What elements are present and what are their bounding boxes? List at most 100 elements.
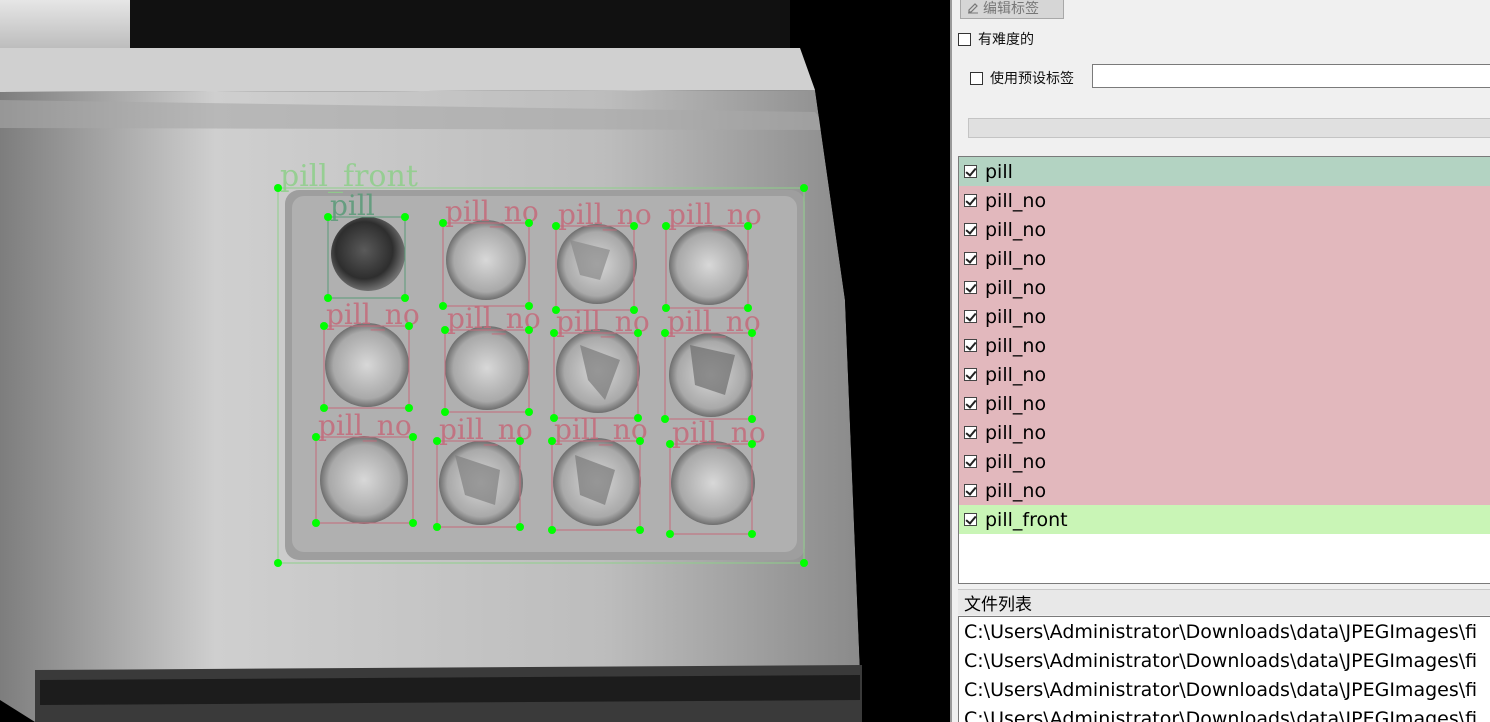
box-vertex-handle[interactable]	[800, 184, 808, 192]
label-visible-checkbox[interactable]	[964, 281, 977, 294]
edit-label-button[interactable]: 编辑标签	[960, 0, 1064, 19]
box-vertex-handle[interactable]	[409, 433, 417, 441]
bounding-box-pill[interactable]: pill	[324, 189, 409, 302]
label-list-item[interactable]: pill_no	[959, 302, 1490, 331]
box-vertex-handle[interactable]	[661, 329, 669, 337]
label-visible-checkbox[interactable]	[964, 194, 977, 207]
box-vertex-handle[interactable]	[666, 530, 674, 538]
box-vertex-handle[interactable]	[748, 440, 756, 448]
box-vertex-handle[interactable]	[662, 222, 670, 230]
bounding-box-pill-no[interactable]: pill_no	[312, 409, 417, 527]
box-vertex-handle[interactable]	[312, 519, 320, 527]
file-list[interactable]: C:\Users\Administrator\Downloads\data\JP…	[958, 616, 1490, 722]
label-list-item[interactable]: pill_front	[959, 505, 1490, 534]
box-vertex-handle[interactable]	[516, 523, 524, 531]
file-list-item[interactable]: C:\Users\Administrator\Downloads\data\JP…	[959, 617, 1490, 646]
use-preset-checkbox[interactable]	[970, 71, 983, 85]
box-outline[interactable]	[664, 332, 753, 420]
box-vertex-handle[interactable]	[324, 213, 332, 221]
label-visible-checkbox[interactable]	[964, 397, 977, 410]
label-list-item[interactable]: pill_no	[959, 215, 1490, 244]
box-outline[interactable]	[669, 443, 753, 535]
file-list-item[interactable]: C:\Users\Administrator\Downloads\data\JP…	[959, 704, 1490, 722]
box-vertex-handle[interactable]	[439, 302, 447, 310]
label-list-item[interactable]: pill_no	[959, 186, 1490, 215]
box-vertex-handle[interactable]	[401, 213, 409, 221]
label-list-item[interactable]: pill_no	[959, 331, 1490, 360]
label-visible-checkbox[interactable]	[964, 484, 977, 497]
label-list-item[interactable]: pill_no	[959, 447, 1490, 476]
image-canvas[interactable]: pill_front pill pill_no pill_no pill_no pill_…	[0, 0, 950, 722]
box-vertex-handle[interactable]	[548, 526, 556, 534]
bounding-box-pill-no[interactable]: pill_no	[552, 198, 652, 314]
label-list-item[interactable]: pill_no	[959, 476, 1490, 505]
bounding-box-pill-no[interactable]: pill_no	[433, 413, 533, 531]
label-visible-checkbox[interactable]	[964, 513, 977, 526]
label-list-item[interactable]: pill_no	[959, 360, 1490, 389]
box-vertex-handle[interactable]	[748, 329, 756, 337]
box-outline[interactable]	[277, 187, 805, 564]
box-vertex-handle[interactable]	[441, 326, 449, 334]
preset-label-input[interactable]	[1092, 64, 1490, 88]
bounding-box-pill-no[interactable]: pill_no	[439, 195, 539, 310]
box-outline[interactable]	[327, 216, 406, 299]
bounding-box-pill-no[interactable]: pill_no	[661, 305, 761, 423]
box-outline[interactable]	[315, 436, 414, 524]
bounding-box-pill-no[interactable]: pill_no	[662, 198, 762, 312]
label-visible-checkbox[interactable]	[964, 310, 977, 323]
file-list-item[interactable]: C:\Users\Administrator\Downloads\data\JP…	[959, 675, 1490, 704]
box-vertex-handle[interactable]	[405, 322, 413, 330]
box-outline[interactable]	[444, 329, 530, 413]
annotation-overlay[interactable]: pill_frontpill pill_no pill_no pill_nopill_…	[0, 0, 950, 722]
box-vertex-handle[interactable]	[433, 523, 441, 531]
box-outline[interactable]	[553, 332, 639, 419]
box-vertex-handle[interactable]	[800, 559, 808, 567]
label-visible-checkbox[interactable]	[964, 165, 977, 178]
file-list-item[interactable]: C:\Users\Administrator\Downloads\data\JP…	[959, 646, 1490, 675]
difficult-checkbox[interactable]	[958, 32, 971, 46]
box-vertex-handle[interactable]	[748, 530, 756, 538]
box-vertex-handle[interactable]	[634, 329, 642, 337]
box-vertex-handle[interactable]	[525, 326, 533, 334]
box-vertex-handle[interactable]	[661, 415, 669, 423]
bounding-box-pill-no[interactable]: pill_no	[550, 305, 650, 422]
box-vertex-handle[interactable]	[548, 437, 556, 445]
box-vertex-handle[interactable]	[666, 440, 674, 448]
label-visible-checkbox[interactable]	[964, 223, 977, 236]
bounding-box-pill-no[interactable]: pill_no	[666, 416, 766, 538]
box-vertex-handle[interactable]	[439, 219, 447, 227]
label-list-item[interactable]: pill_no	[959, 418, 1490, 447]
box-outline[interactable]	[442, 222, 530, 307]
label-list-item[interactable]: pill_no	[959, 244, 1490, 273]
label-list-item[interactable]: pill	[959, 157, 1490, 186]
box-vertex-handle[interactable]	[550, 329, 558, 337]
box-vertex-handle[interactable]	[636, 437, 644, 445]
label-visible-checkbox[interactable]	[964, 368, 977, 381]
use-preset-row[interactable]: 使用预设标签	[970, 68, 1074, 88]
box-vertex-handle[interactable]	[636, 526, 644, 534]
box-vertex-handle[interactable]	[274, 559, 282, 567]
label-visible-checkbox[interactable]	[964, 455, 977, 468]
label-visible-checkbox[interactable]	[964, 339, 977, 352]
box-outline[interactable]	[323, 325, 410, 409]
box-vertex-handle[interactable]	[744, 222, 752, 230]
box-vertex-handle[interactable]	[320, 322, 328, 330]
box-outline[interactable]	[665, 225, 749, 309]
box-vertex-handle[interactable]	[552, 222, 560, 230]
box-vertex-handle[interactable]	[433, 437, 441, 445]
label-visible-checkbox[interactable]	[964, 252, 977, 265]
label-visible-checkbox[interactable]	[964, 426, 977, 439]
box-vertex-handle[interactable]	[409, 519, 417, 527]
label-list-item[interactable]: pill_no	[959, 389, 1490, 418]
bounding-box-pill-no[interactable]: pill_no	[441, 302, 541, 416]
box-outline[interactable]	[551, 440, 641, 531]
box-outline[interactable]	[436, 440, 521, 528]
label-list-item[interactable]: pill_no	[959, 273, 1490, 302]
difficult-checkbox-row[interactable]: 有难度的	[958, 29, 1034, 49]
label-list[interactable]: pill pill_no pill_no pill_no pill_no pill_no p…	[958, 156, 1490, 584]
box-vertex-handle[interactable]	[312, 433, 320, 441]
bounding-box-pill-no[interactable]: pill_no	[320, 298, 420, 412]
box-outline[interactable]	[555, 225, 635, 311]
box-vertex-handle[interactable]	[630, 222, 638, 230]
box-vertex-handle[interactable]	[516, 437, 524, 445]
